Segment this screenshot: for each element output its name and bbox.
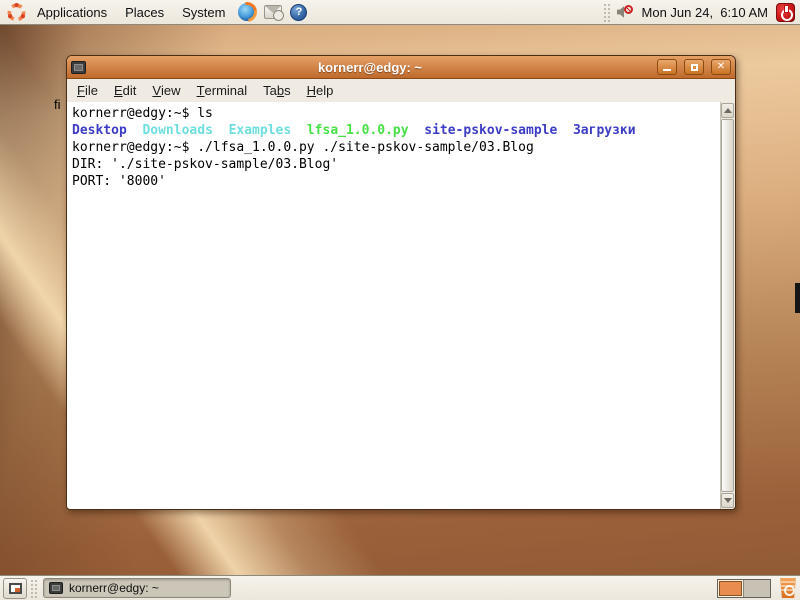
terminal-output[interactable]: kornerr@edgy:~$ lsDesktop Downloads Exam… — [67, 102, 720, 509]
window-list-handle[interactable] — [30, 579, 38, 598]
terminal-line: DIR: './site-pskov-sample/03.Blog' — [72, 156, 718, 173]
menu-applications[interactable]: Applications — [28, 0, 116, 24]
terminal-line: PORT: '8000' — [72, 173, 718, 190]
menubar: FileEditViewTerminalTabsHelp — [67, 79, 735, 102]
menu-system[interactable]: System — [173, 0, 234, 24]
terminal-text-segment — [557, 123, 573, 138]
arrow-down-icon — [724, 498, 732, 503]
ubuntu-logo-icon[interactable] — [7, 3, 26, 22]
menubar-item-view[interactable]: View — [144, 79, 188, 102]
screen-edge-artifact — [795, 283, 800, 313]
taskbar-window-label: kornerr@edgy: ~ — [69, 581, 159, 595]
terminal-line: kornerr@edgy:~$ ./lfsa_1.0.0.py ./site-p… — [72, 139, 718, 156]
scroll-up-button[interactable] — [721, 103, 734, 118]
titlebar[interactable]: kornerr@edgy: ~ ✕ — [67, 56, 735, 79]
maximize-button[interactable] — [684, 59, 704, 75]
terminal-text-segment: Examples — [229, 123, 292, 138]
terminal-text-segment — [409, 123, 425, 138]
workspace-2[interactable] — [744, 580, 770, 597]
close-button[interactable]: ✕ — [711, 59, 731, 75]
menu-places[interactable]: Places — [116, 0, 173, 24]
terminal-text-segment: lfsa_1.0.0.py — [307, 123, 409, 138]
terminal-window-icon — [71, 61, 86, 74]
menubar-item-help[interactable]: Help — [299, 79, 342, 102]
terminal-text-segment: DIR: './site-pskov-sample/03.Blog' — [72, 157, 338, 172]
terminal-text-segment: kornerr@edgy:~$ ls — [72, 106, 213, 121]
quit-power-button[interactable] — [776, 3, 795, 22]
scrollbar-thumb[interactable] — [721, 119, 734, 492]
desktop-icon-label[interactable]: fi — [54, 97, 61, 112]
terminal-text-segment: site-pskov-sample — [424, 123, 557, 138]
scroll-down-button[interactable] — [721, 493, 734, 508]
terminal-text-segment: PORT: '8000' — [72, 174, 166, 189]
terminal-text-segment: Загрузки — [573, 123, 636, 138]
terminal-text-segment — [291, 123, 307, 138]
taskbar-window-button[interactable]: kornerr@edgy: ~ — [43, 578, 231, 598]
menubar-item-file[interactable]: File — [69, 79, 106, 102]
terminal-window: kornerr@edgy: ~ ✕ FileEditViewTerminalTa… — [66, 55, 736, 510]
show-desktop-button[interactable] — [3, 578, 27, 599]
terminal-line: Desktop Downloads Examples lfsa_1.0.0.py… — [72, 122, 718, 139]
arrow-up-icon — [724, 108, 732, 113]
terminal-text-segment — [213, 123, 229, 138]
scrollbar[interactable] — [720, 102, 735, 509]
menubar-item-terminal[interactable]: Terminal — [189, 79, 256, 102]
terminal-line: kornerr@edgy:~$ ls — [72, 105, 718, 122]
window-title: kornerr@edgy: ~ — [90, 60, 650, 75]
terminal-text-segment: Downloads — [142, 123, 212, 138]
top-panel: Applications Places System Mon Jun 24, 6… — [0, 0, 800, 25]
menubar-item-edit[interactable]: Edit — [106, 79, 144, 102]
workspace-switcher — [717, 579, 771, 598]
terminal-icon — [49, 582, 63, 594]
help-icon[interactable] — [290, 4, 307, 21]
trash-icon[interactable] — [779, 578, 797, 598]
firefox-icon[interactable] — [238, 3, 256, 21]
minimize-button[interactable] — [657, 59, 677, 75]
terminal-text-segment — [127, 123, 143, 138]
menubar-item-tabs[interactable]: Tabs — [255, 79, 298, 102]
volume-muted-icon[interactable] — [617, 5, 633, 20]
clock[interactable]: Mon Jun 24, 6:10 AM — [636, 5, 774, 20]
show-desktop-icon — [9, 583, 22, 594]
terminal-text-segment: kornerr@edgy:~$ ./lfsa_1.0.0.py ./site-p… — [72, 140, 534, 155]
terminal-text-segment: Desktop — [72, 123, 127, 138]
desktop: Applications Places System Mon Jun 24, 6… — [0, 0, 800, 600]
workspace-1[interactable] — [718, 580, 744, 597]
evolution-mail-icon[interactable] — [264, 5, 282, 19]
applet-drag-handle[interactable] — [603, 3, 611, 22]
bottom-panel: kornerr@edgy: ~ — [0, 575, 800, 600]
